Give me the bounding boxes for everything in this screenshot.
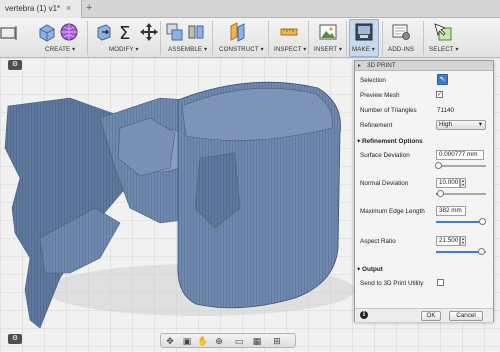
toolbar-separator: [423, 21, 424, 55]
3d-print-dialog: ▸ 3D PRINT Selection Preview Mesh ✓ Numb…: [354, 60, 494, 322]
max-edge-length-input[interactable]: 382 mm: [436, 206, 466, 216]
collapse-icon[interactable]: ▸: [358, 62, 361, 69]
aspect-ratio-input[interactable]: 21.500: [436, 236, 460, 246]
toolbar-separator: [346, 21, 347, 55]
output-header[interactable]: ▾ Output: [357, 265, 383, 273]
modify-menu[interactable]: MODIFY ▾: [109, 46, 139, 53]
max-edge-length-label: Maximum Edge Length: [360, 208, 425, 215]
ok-button[interactable]: OK: [421, 311, 441, 321]
zoom-icon[interactable]: ⊕: [213, 335, 225, 347]
insert-menu[interactable]: INSERT ▾: [314, 46, 342, 53]
create-sphere-icon[interactable]: [59, 22, 79, 42]
refinement-value: High: [439, 121, 452, 128]
surface-deviation-slider[interactable]: [435, 162, 486, 169]
grid-icon[interactable]: ▦: [251, 335, 263, 347]
toolbar-separator: [212, 21, 213, 55]
offset-plane-icon[interactable]: [228, 22, 248, 42]
close-tab-icon[interactable]: ×: [66, 3, 71, 13]
hand-icon[interactable]: ✋: [197, 335, 209, 347]
navigation-bar: ✥ ▣ ✋ ⊕ ▭ ▦ ⊞: [160, 333, 296, 348]
refinement-select[interactable]: High ▾: [436, 120, 486, 130]
send-to-print-utility-label: Send to 3D Print Utility: [360, 280, 424, 287]
inspect-menu[interactable]: INSPECT ▾: [274, 46, 306, 53]
addins-menu[interactable]: ADD-INS: [388, 46, 414, 53]
assemble-menu[interactable]: ASSEMBLE ▾: [168, 46, 207, 53]
document-tab[interactable]: vertebra (1) v1* ×: [0, 0, 82, 18]
info-icon[interactable]: i: [360, 311, 368, 319]
measure-icon[interactable]: [279, 22, 299, 42]
toolbar-separator: [382, 21, 383, 55]
aspect-ratio-spinner[interactable]: ▲ ▼: [460, 236, 466, 246]
aspect-ratio-slider[interactable]: [436, 248, 486, 255]
refinement-options-header[interactable]: ▾ Refinement Options: [357, 137, 423, 145]
slider-fill: [436, 221, 482, 223]
preview-mesh-label: Preview Mesh: [360, 92, 400, 99]
toolbar-separator: [308, 21, 309, 55]
slider-thumb[interactable]: [478, 218, 486, 225]
send-to-print-utility-checkbox[interactable]: [437, 279, 444, 286]
pan-icon[interactable]: ▣: [181, 335, 193, 347]
press-pull-icon[interactable]: [94, 22, 114, 42]
joint-icon[interactable]: [186, 22, 206, 42]
selection-pointer-button[interactable]: ↖: [437, 74, 448, 85]
new-tab-button[interactable]: +: [86, 2, 92, 14]
surface-deviation-input[interactable]: 0.000777 mm: [436, 150, 484, 160]
triangles-label: Number of Triangles: [360, 107, 417, 114]
chevron-down-icon: ▾: [478, 121, 482, 128]
cancel-button[interactable]: Cancel: [449, 311, 483, 321]
slider-thumb[interactable]: [477, 248, 485, 255]
insert-image-icon[interactable]: [318, 22, 338, 42]
select-arrow-icon[interactable]: [433, 22, 453, 42]
slider-thumb[interactable]: [435, 162, 442, 169]
create-box-icon[interactable]: [37, 22, 57, 42]
toolbar-separator: [160, 21, 161, 55]
orbit-icon[interactable]: ✥: [164, 335, 176, 347]
normal-deviation-slider[interactable]: [436, 190, 486, 197]
scripts-addins-icon[interactable]: [391, 22, 411, 42]
new-component-icon[interactable]: [165, 22, 185, 42]
toolbar-separator: [87, 21, 88, 55]
normal-deviation-spinner[interactable]: ▲ ▼: [460, 178, 466, 188]
viewports-icon[interactable]: ⊞: [271, 335, 283, 347]
move-icon[interactable]: [139, 22, 159, 42]
viewport-settings-gear-icon[interactable]: ⚙: [8, 60, 22, 70]
display-settings-icon[interactable]: ▭: [233, 335, 245, 347]
3d-print-icon[interactable]: [354, 22, 374, 42]
normal-deviation-input[interactable]: 10.000: [436, 178, 460, 188]
surface-deviation-label: Surface Deviation: [360, 152, 410, 159]
preview-mesh-checkbox[interactable]: ✓: [436, 91, 443, 98]
slider-fill: [436, 251, 481, 253]
dialog-title: 3D PRINT: [367, 62, 396, 69]
svg-text:Σ: Σ: [119, 23, 130, 42]
refinement-label: Refinement: [360, 122, 393, 129]
browser-settings-gear-icon[interactable]: ⚙: [8, 334, 22, 344]
sketch-icon[interactable]: [0, 22, 20, 42]
slider-thumb[interactable]: [436, 190, 444, 197]
main-toolbar: CREATE ▾ Σ MODIFY ▾ ASSEMBLE ▾ CONSTRUCT…: [0, 18, 500, 58]
compute-sigma-icon[interactable]: Σ: [116, 22, 136, 42]
select-menu[interactable]: SELECT ▾: [429, 46, 459, 53]
aspect-ratio-label: Aspect Ratio: [360, 238, 396, 245]
toolbar-separator: [268, 21, 269, 55]
make-menu[interactable]: MAKE ▾: [352, 46, 375, 53]
max-edge-length-slider[interactable]: [436, 218, 486, 225]
document-tab-title: vertebra (1) v1*: [5, 4, 61, 13]
triangles-value: 71140: [437, 107, 455, 114]
construct-menu[interactable]: CONSTRUCT ▾: [219, 46, 264, 53]
document-tab-bar: vertebra (1) v1* × +: [0, 0, 500, 18]
selection-label: Selection: [360, 77, 386, 84]
dialog-header[interactable]: ▸ 3D PRINT: [355, 61, 493, 71]
normal-deviation-label: Normal Deviation: [360, 180, 409, 187]
create-menu[interactable]: CREATE ▾: [45, 46, 75, 53]
